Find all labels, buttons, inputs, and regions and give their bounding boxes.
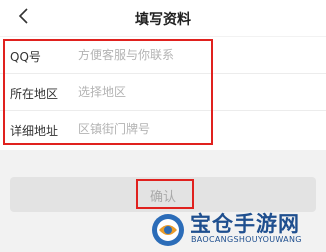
watermark-subtext: BAOCANGSHOUYOUWANG: [191, 235, 302, 244]
qq-row: QQ号: [0, 37, 326, 74]
address-row: 详细地址: [0, 111, 326, 150]
region-row[interactable]: 所在地区: [0, 74, 326, 111]
page-title: 填写资料: [135, 12, 191, 28]
region-label: 所在地区: [10, 87, 59, 101]
top-bar: 填写资料: [0, 0, 326, 36]
profile-form: QQ号 所在地区 详细地址: [0, 37, 326, 150]
qq-label: QQ号: [10, 50, 41, 64]
region-select[interactable]: [78, 80, 278, 104]
confirm-button[interactable]: 确认: [10, 177, 316, 212]
watermark-text: 宝仓手游网: [190, 212, 300, 236]
address-input[interactable]: [78, 117, 278, 141]
qq-input[interactable]: [78, 43, 278, 67]
address-label: 详细地址: [10, 124, 59, 138]
watermark-logo-icon: [152, 214, 184, 246]
confirm-label: 确认: [149, 190, 176, 205]
